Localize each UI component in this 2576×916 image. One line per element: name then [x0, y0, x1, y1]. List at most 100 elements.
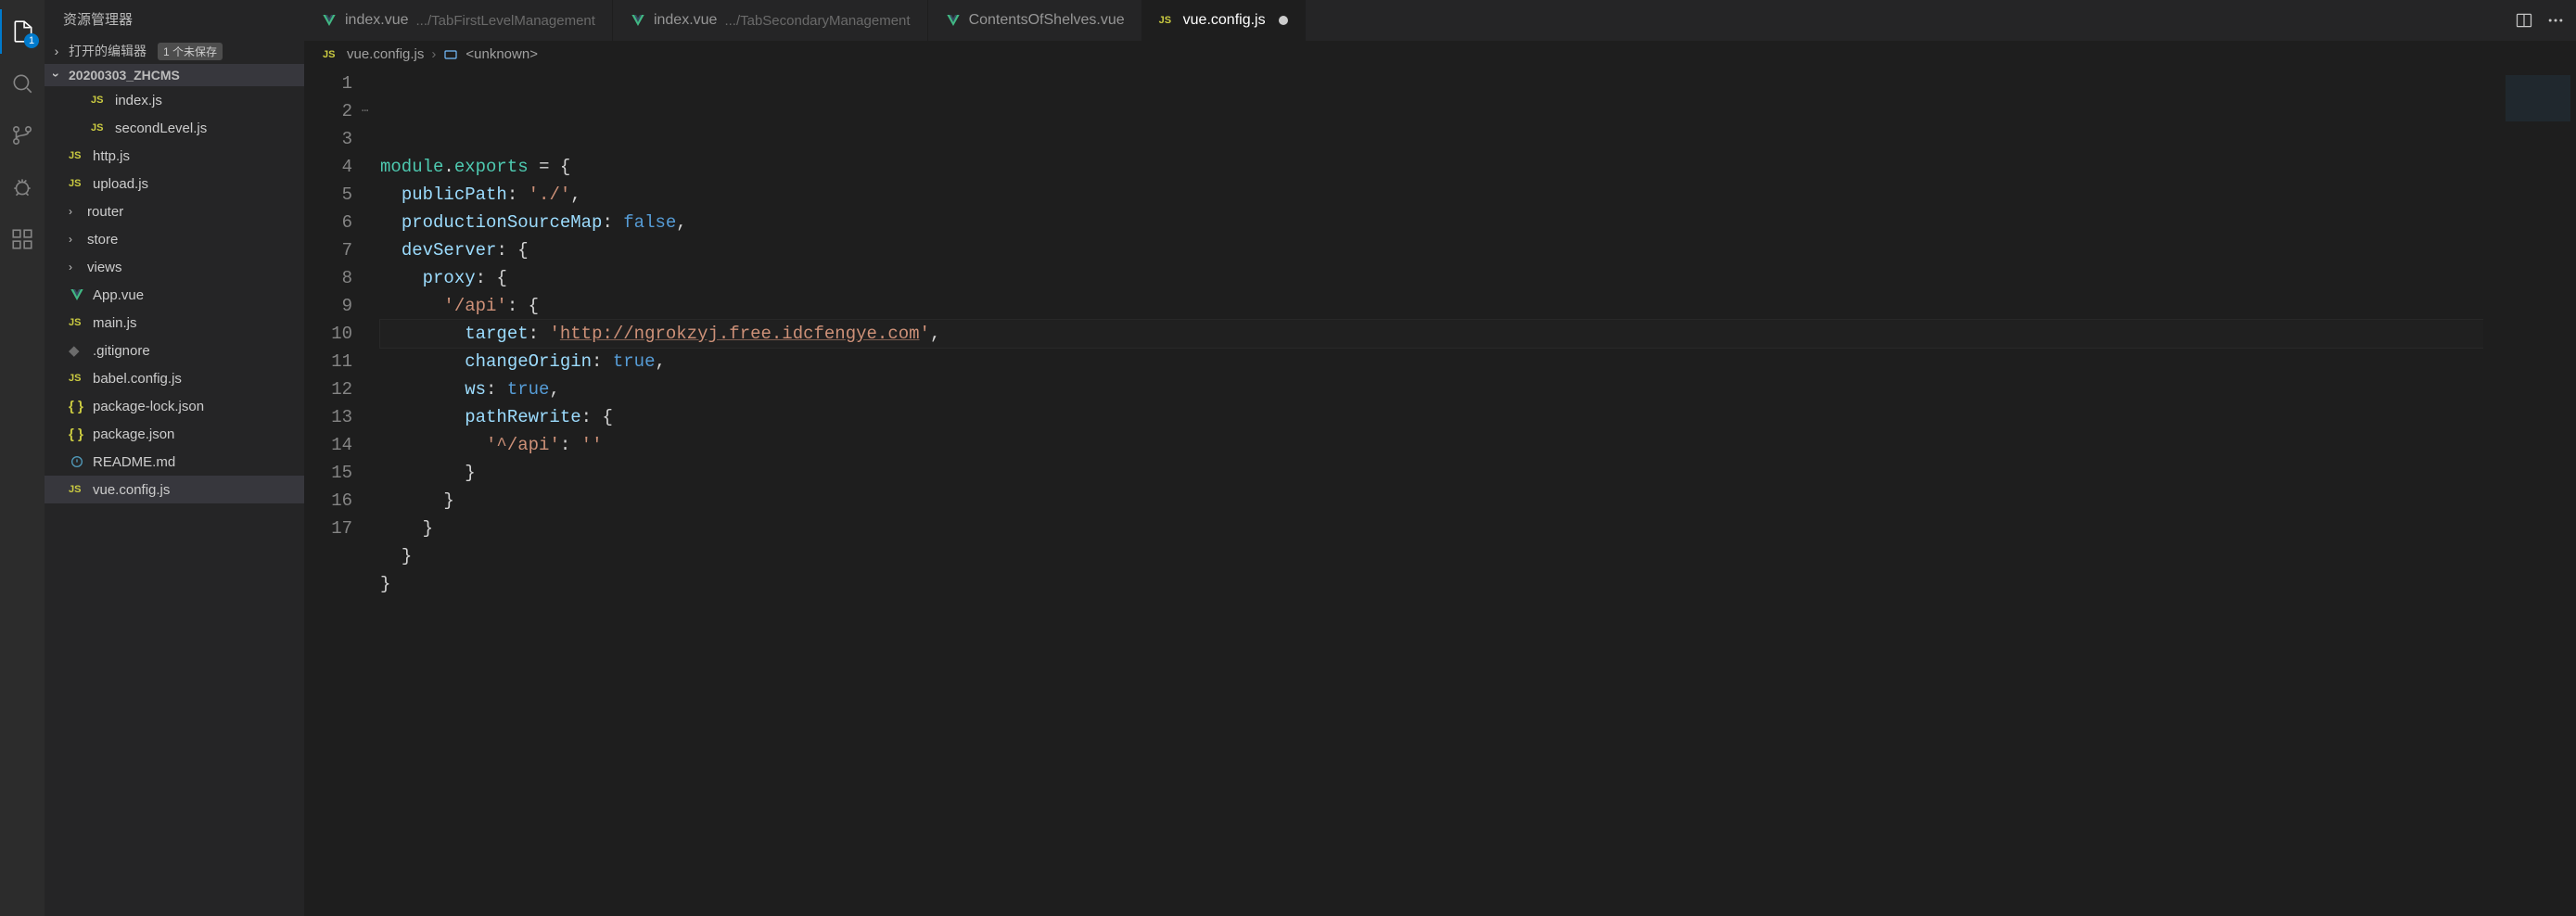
js-icon: JS	[69, 373, 85, 384]
open-editors-header[interactable]: › 打开的编辑器 1 个未保存	[45, 38, 304, 64]
activity-extensions[interactable]	[0, 217, 45, 261]
tab-actions	[2504, 0, 2576, 41]
tab-hint: .../TabSecondaryManagement	[724, 13, 910, 29]
code-content[interactable]: ⋯ module.exports = { publicPath: './', p…	[369, 68, 2483, 916]
file-tree-item[interactable]: App.vue	[45, 281, 304, 309]
unsaved-badge: 1 个未保存	[158, 43, 223, 60]
line-number: 15	[304, 459, 352, 487]
line-number: 9	[304, 292, 352, 320]
file-tree-item[interactable]: { }package.json	[45, 420, 304, 448]
vue-icon	[630, 13, 646, 28]
code-line[interactable]: pathRewrite: {	[380, 403, 2483, 431]
extensions-icon	[10, 227, 34, 251]
file-label: babel.config.js	[93, 371, 182, 387]
js-icon: JS	[323, 49, 339, 60]
tab-label: ContentsOfShelves.vue	[969, 12, 1125, 29]
file-tree-item[interactable]: { } package-lock.json	[45, 392, 304, 420]
tab-label: index.vue	[654, 12, 718, 29]
js-icon: JS	[69, 484, 85, 495]
file-tree-item[interactable]: JS babel.config.js	[45, 364, 304, 392]
file-tree-item[interactable]: JSmain.js	[45, 309, 304, 337]
file-tree-item[interactable]: JS secondLevel.js	[45, 114, 304, 142]
symbol-icon	[443, 46, 458, 62]
tab-label: vue.config.js	[1183, 12, 1266, 29]
line-number: 7	[304, 236, 352, 264]
vue-icon	[945, 13, 962, 28]
project-header[interactable]: › 20200303_ZHCMS	[45, 64, 304, 86]
file-tree-item[interactable]: JSvue.config.js	[45, 476, 304, 503]
editor-tabs: index.vue.../TabFirstLevelManagementinde…	[304, 0, 2576, 41]
code-line[interactable]: }	[380, 459, 2483, 487]
activity-explorer[interactable]: 1	[0, 9, 45, 54]
editor-tab[interactable]: ContentsOfShelves.vue	[928, 0, 1142, 41]
activity-debug[interactable]	[0, 165, 45, 210]
activity-search[interactable]	[0, 61, 45, 106]
code-line[interactable]: }	[380, 487, 2483, 515]
code-line[interactable]: }	[380, 542, 2483, 570]
line-number: 2	[304, 97, 352, 125]
line-number: 3	[304, 125, 352, 153]
split-editor-button[interactable]	[2515, 11, 2533, 30]
code-line[interactable]: productionSourceMap: false,	[380, 209, 2483, 236]
file-tree-item[interactable]: ◆.gitignore	[45, 337, 304, 364]
code-line[interactable]: module.exports = {	[380, 153, 2483, 181]
breadcrumb[interactable]: JS vue.config.js › <unknown>	[304, 41, 2576, 68]
file-tree-item[interactable]: ›store	[45, 225, 304, 253]
line-number: 10	[304, 320, 352, 348]
line-number: 14	[304, 431, 352, 459]
file-label: secondLevel.js	[115, 121, 207, 136]
js-icon: JS	[91, 122, 108, 134]
code-line[interactable]: proxy: {	[380, 264, 2483, 292]
line-gutter: 1234567891011121314151617	[304, 68, 369, 916]
editor-tab[interactable]: index.vue .../TabSecondaryManagement	[613, 0, 928, 41]
js-icon: JS	[1159, 15, 1176, 26]
code-line[interactable]: }	[380, 515, 2483, 542]
file-tree-item[interactable]: README.md	[45, 448, 304, 476]
file-label: index.js	[115, 93, 162, 108]
file-tree-item[interactable]: JShttp.js	[45, 142, 304, 170]
line-number: 13	[304, 403, 352, 431]
project-name: 20200303_ZHCMS	[69, 68, 180, 83]
code-line[interactable]: '^/api': ''	[380, 431, 2483, 459]
line-number: 1	[304, 70, 352, 97]
code-line[interactable]: '/api': {	[380, 292, 2483, 320]
json-icon: { }	[69, 399, 85, 414]
js-icon: JS	[91, 95, 108, 106]
file-label: package-lock.json	[93, 399, 204, 414]
code-line[interactable]	[380, 598, 2483, 626]
code-line[interactable]: devServer: {	[380, 236, 2483, 264]
sidebar-title: 资源管理器	[45, 0, 304, 38]
chevron-right-icon: ›	[69, 205, 80, 218]
file-tree-item[interactable]: ›views	[45, 253, 304, 281]
explorer-sidebar: 资源管理器 › 打开的编辑器 1 个未保存 › 20200303_ZHCMS J…	[45, 0, 304, 916]
code-line[interactable]: changeOrigin: true,	[380, 348, 2483, 375]
file-label: README.md	[93, 454, 175, 470]
breadcrumb-sep: ›	[431, 46, 436, 62]
code-line[interactable]: target: 'http://ngrokzyj.free.idcfengye.…	[380, 320, 2483, 348]
line-number: 16	[304, 487, 352, 515]
file-tree-item[interactable]: JSupload.js	[45, 170, 304, 197]
chevron-right-icon: ›	[69, 261, 80, 274]
dirty-indicator	[1279, 16, 1288, 25]
more-actions-button[interactable]	[2546, 11, 2565, 30]
file-tree-item[interactable]: ›router	[45, 197, 304, 225]
editor-area[interactable]: 1234567891011121314151617 ⋯ module.expor…	[304, 68, 2576, 916]
file-label: http.js	[93, 148, 130, 164]
activity-source-control[interactable]	[0, 113, 45, 158]
tab-label: index.vue	[345, 12, 409, 29]
line-number: 11	[304, 348, 352, 375]
editor-tab[interactable]: JS vue.config.js	[1142, 0, 1306, 41]
tab-hint: .../TabFirstLevelManagement	[416, 13, 595, 29]
editor-tab[interactable]: index.vue .../TabFirstLevelManagement	[304, 0, 613, 41]
file-label: store	[87, 232, 118, 248]
file-tree-item[interactable]: JS index.js	[45, 86, 304, 114]
line-number: 5	[304, 181, 352, 209]
editor-main: index.vue.../TabFirstLevelManagementinde…	[304, 0, 2576, 916]
minimap[interactable]	[2483, 68, 2576, 916]
code-line[interactable]: }	[380, 570, 2483, 598]
vue-icon	[69, 287, 85, 302]
git-icon: ◆	[69, 342, 85, 359]
json-icon: { }	[69, 426, 85, 442]
code-line[interactable]: publicPath: './',	[380, 181, 2483, 209]
code-line[interactable]: ws: true,	[380, 375, 2483, 403]
